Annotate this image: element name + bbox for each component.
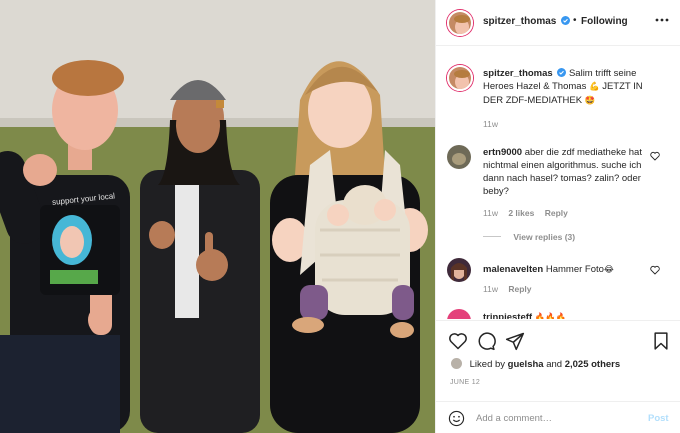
liked-by-line: Liked by guelsha and 2,025 others <box>450 357 620 370</box>
comment-username[interactable]: trinpiesteff <box>483 312 532 319</box>
comment-text: Hammer Foto <box>545 264 604 275</box>
like-heart-icon[interactable] <box>448 331 468 351</box>
author-avatar-image <box>449 12 471 34</box>
author-avatar[interactable] <box>447 10 473 36</box>
following-button[interactable]: Following <box>581 16 628 27</box>
comment-reply-button[interactable]: Reply <box>508 284 531 294</box>
comment-username[interactable]: malenavelten <box>483 264 543 275</box>
comment-likes-count[interactable]: 2 likes <box>508 208 534 218</box>
comment-avatar-image <box>447 258 471 282</box>
caption-author-avatar[interactable] <box>447 65 473 91</box>
comment-username[interactable]: ertn9000 <box>483 147 522 158</box>
comment-bubble-icon[interactable] <box>476 331 496 351</box>
post-photo[interactable]: support your local <box>0 0 435 433</box>
liked-by-count[interactable]: 2,025 others <box>565 359 620 370</box>
caption-time: 11w <box>483 119 498 129</box>
comment-avatar-image <box>447 145 471 169</box>
save-bookmark-icon[interactable] <box>651 331 671 351</box>
liked-by-and: and <box>546 359 563 370</box>
comment-avatar-image <box>447 309 471 319</box>
post-comment-button[interactable]: Post <box>648 413 669 424</box>
comment-like-heart-icon[interactable] <box>650 265 660 275</box>
emoji-smiley-icon[interactable] <box>448 410 465 427</box>
comment-text-block: malenavelten Hammer Foto😂 <box>483 263 643 277</box>
header-separator: • <box>573 15 577 26</box>
author-username-text[interactable]: spitzer_thomas <box>483 16 556 27</box>
view-replies-button[interactable]: View replies (3) <box>483 232 575 242</box>
comment-text-block: ertn9000 aber die zdf mediatheke hat nic… <box>483 146 643 198</box>
view-replies-label[interactable]: View replies (3) <box>513 232 575 242</box>
add-comment-bar: Post <box>436 401 680 433</box>
comment-avatar[interactable] <box>447 145 471 169</box>
comment-emoji: 🔥🔥🔥 <box>534 313 567 319</box>
comment-meta: 11w 2 likes Reply <box>483 208 576 218</box>
caption-author[interactable]: spitzer_thomas <box>483 68 553 79</box>
comments-section[interactable]: spitzer_thomas Salim trifft seine Heroes… <box>436 47 680 319</box>
comment-emoji: 😂 <box>603 265 614 275</box>
caption-emoji-star: 🤩 <box>584 96 596 106</box>
comment-reply-button[interactable]: Reply <box>545 208 568 218</box>
post-photo-illustration: support your local <box>0 0 435 433</box>
comment-avatar[interactable] <box>447 309 471 319</box>
post-header: spitzer_thomas • Following <box>436 0 680 46</box>
caption-avatar-image <box>449 67 471 89</box>
more-options-icon[interactable] <box>654 12 670 28</box>
caption-meta: 11w <box>483 119 506 129</box>
liked-by-prefix: Liked by <box>469 359 506 370</box>
comment-text-block: trinpiesteff 🔥🔥🔥 <box>483 311 643 319</box>
author-username[interactable]: spitzer_thomas <box>483 16 571 27</box>
liked-by-user[interactable]: guelsha <box>508 359 544 370</box>
add-comment-input[interactable] <box>476 410 636 427</box>
comment-meta: 11w Reply <box>483 284 540 294</box>
verified-badge-icon <box>561 16 571 25</box>
caption-text-block: spitzer_thomas Salim trifft seine Heroes… <box>483 67 658 108</box>
view-replies-dash <box>483 236 501 237</box>
comment-like-heart-icon[interactable] <box>650 151 660 161</box>
share-direct-icon[interactable] <box>505 331 525 351</box>
caption-emoji-muscle: 💪 <box>588 82 600 92</box>
comment-time: 11w <box>483 208 498 218</box>
liked-by-avatar[interactable] <box>450 357 463 370</box>
comment-time: 11w <box>483 284 498 294</box>
post-side-panel: spitzer_thomas • Following spitzer_thoma… <box>435 0 680 433</box>
post-actions: Liked by guelsha and 2,025 others JUNE 1… <box>436 320 680 433</box>
caption-verified-icon <box>557 68 567 77</box>
post-date[interactable]: JUNE 12 <box>450 379 480 386</box>
comment-avatar[interactable] <box>447 258 471 282</box>
